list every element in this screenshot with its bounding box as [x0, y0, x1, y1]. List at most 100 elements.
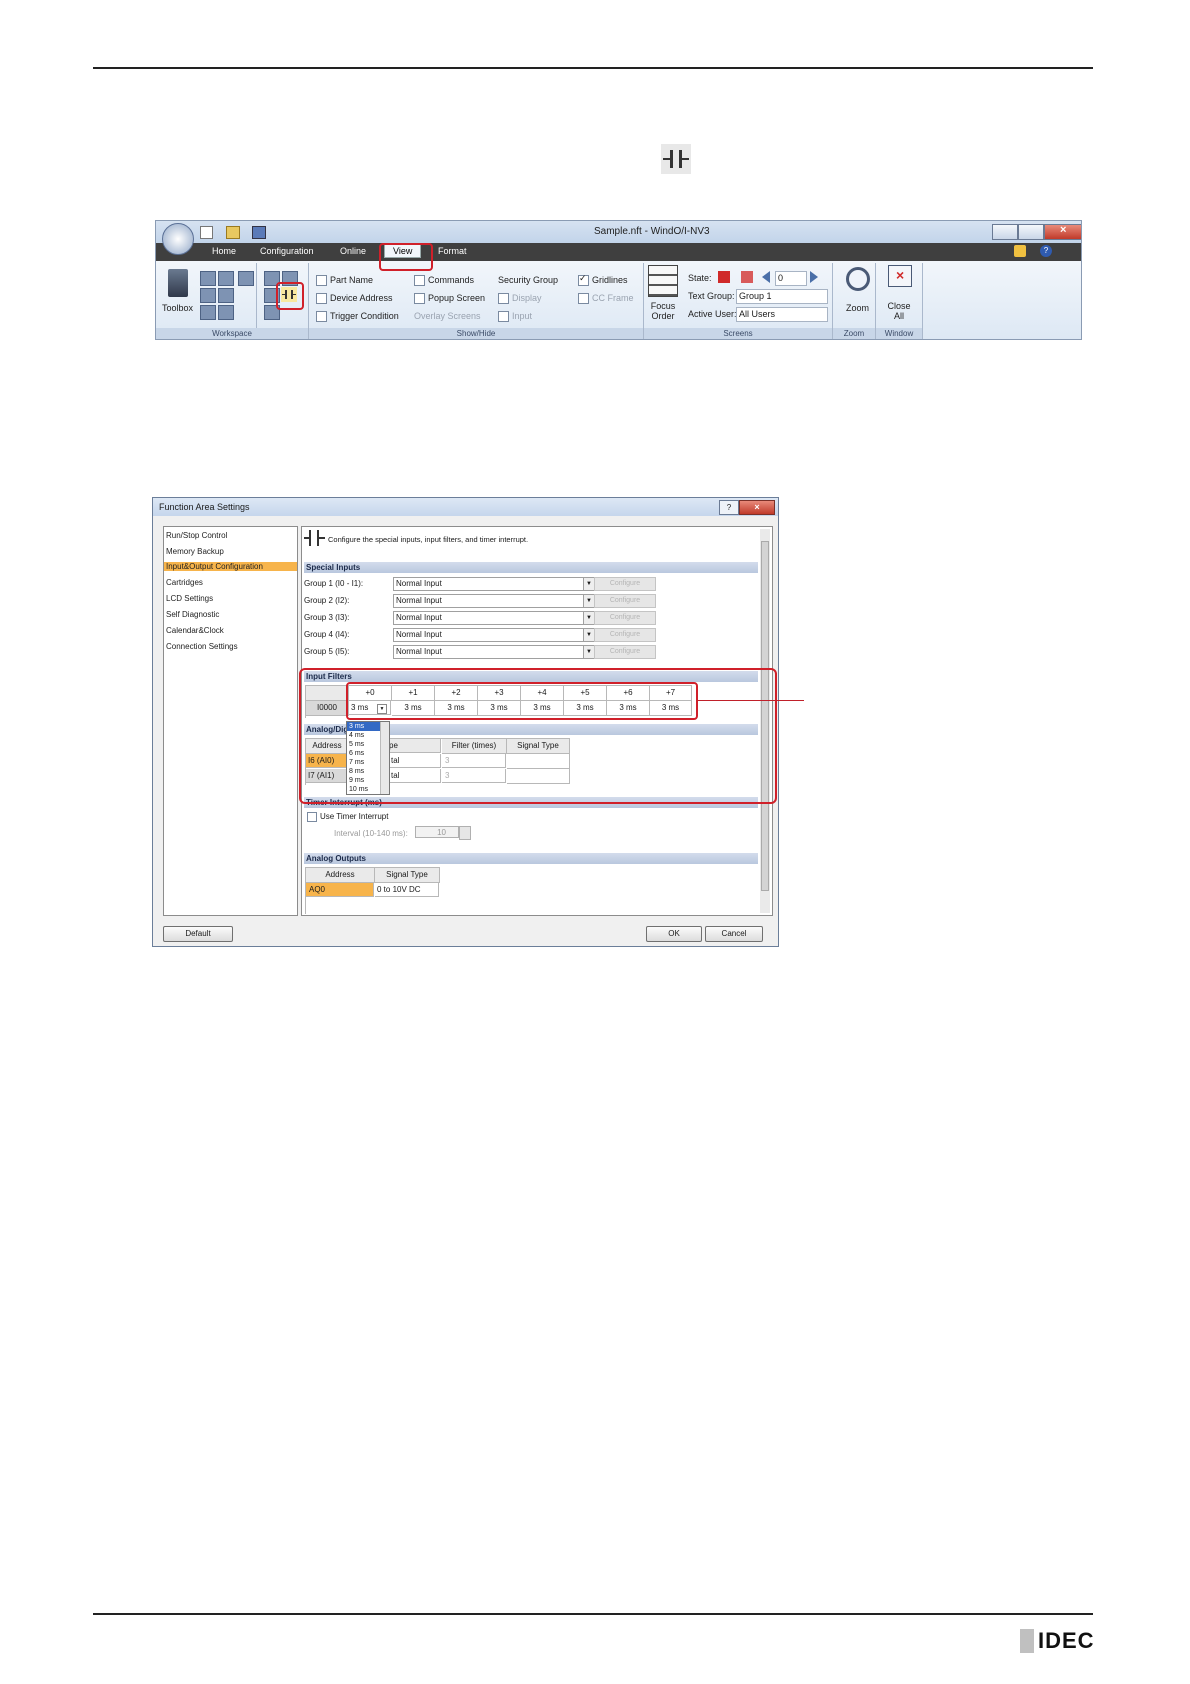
gridlines-checkbox[interactable] [578, 273, 589, 286]
cancel-button[interactable]: Cancel [705, 926, 763, 942]
panel-description: Configure the special inputs, input filt… [328, 535, 529, 544]
link-icon[interactable] [218, 305, 234, 320]
default-button[interactable]: Default [163, 926, 233, 942]
dialog-titlebar: Function Area Settings ? × [153, 498, 778, 516]
trigger-condition-label: Trigger Condition [330, 311, 399, 321]
minimize-button[interactable] [992, 224, 1018, 240]
screens-group-label: Screens [644, 328, 832, 339]
next-state-icon[interactable] [810, 271, 818, 283]
group2-select[interactable]: Normal Input ▼ [393, 594, 595, 608]
toolbox-icon[interactable] [168, 269, 188, 297]
popup-screen-label: Popup Screen [428, 293, 486, 303]
group4-select[interactable]: Normal Input ▼ [393, 628, 595, 642]
focus-order-icon[interactable] [648, 265, 678, 297]
close-all-label[interactable]: Close All [884, 301, 914, 321]
edit-icon[interactable] [218, 288, 234, 303]
help-icon[interactable]: ? [1040, 245, 1052, 257]
text-group-select[interactable]: Group 1 [736, 289, 828, 304]
commands-checkbox[interactable] [414, 275, 425, 286]
ao-col-signal: Signal Type [375, 868, 440, 883]
new-file-icon[interactable] [200, 226, 213, 239]
maximize-button[interactable] [1018, 224, 1044, 240]
group3-configure-button[interactable]: Configure [594, 611, 656, 625]
interval-label: Interval (10-140 ms): [334, 829, 408, 838]
group1-select[interactable]: Normal Input ▼ [393, 577, 595, 591]
ao-row-0-address[interactable]: AQ0 [306, 883, 374, 897]
use-timer-interrupt-label: Use Timer Interrupt [320, 812, 389, 821]
nav-item-memory-backup[interactable]: Memory Backup [166, 547, 224, 556]
dialog-help-button[interactable]: ? [719, 500, 739, 515]
group3-select[interactable]: Normal Input ▼ [393, 611, 595, 625]
settings-nav: Run/Stop Control Memory Backup Input&Out… [163, 526, 298, 916]
display-checkbox[interactable] [498, 293, 509, 304]
tab-format[interactable]: Format [438, 246, 467, 256]
analog-outputs-header: Analog Outputs [304, 853, 758, 864]
ok-button[interactable]: OK [646, 926, 702, 942]
nav-item-connection-settings[interactable]: Connection Settings [166, 642, 238, 651]
dialog-title: Function Area Settings [159, 502, 250, 512]
interval-spinner[interactable]: 10 [415, 826, 459, 838]
callout-line [697, 700, 804, 701]
state-off-icon[interactable] [718, 271, 730, 283]
nav-item-self-diagnostic[interactable]: Self Diagnostic [166, 610, 219, 619]
prev-state-icon[interactable] [762, 271, 770, 283]
close-all-icon[interactable]: × [888, 265, 912, 287]
screen-list-icon[interactable] [200, 271, 216, 286]
nav-item-run-stop-control[interactable]: Run/Stop Control [166, 531, 227, 540]
save-icon[interactable] [252, 226, 266, 239]
active-user-label: Active User: [688, 309, 737, 319]
window-title: Sample.nft - WindO/I-NV3 [594, 226, 710, 237]
filter-values-highlight [346, 682, 698, 720]
group5-select[interactable]: Normal Input ▼ [393, 645, 595, 659]
device-address-label: Device Address [330, 293, 393, 303]
device-address-checkbox[interactable] [316, 293, 327, 304]
interval-spinner-arrows[interactable] [459, 826, 471, 840]
popup-screen-checkbox[interactable] [414, 293, 425, 304]
zoom-icon[interactable] [846, 267, 870, 291]
nav-item-input-output-configuration[interactable]: Input&Output Configuration [164, 562, 297, 571]
close-window-button[interactable]: × [1044, 224, 1081, 240]
use-timer-interrupt-checkbox[interactable] [307, 812, 317, 822]
logo-text: IDEC [1038, 1628, 1095, 1653]
group1-label: Group 1 (I0 - I1): [304, 579, 364, 588]
window-titlebar: Sample.nft - WindO/I-NV3 × [156, 221, 1081, 255]
application-orb-icon[interactable] [162, 223, 194, 255]
tab-home[interactable]: Home [212, 246, 236, 256]
tab-online[interactable]: Online [340, 246, 366, 256]
state-field[interactable]: 0 [775, 271, 807, 286]
property-window-icon[interactable] [200, 305, 216, 320]
function-area-highlight [276, 282, 304, 310]
cc-frame-checkbox[interactable] [578, 293, 589, 304]
nav-item-lcd-settings[interactable]: LCD Settings [166, 594, 213, 603]
group2-configure-button[interactable]: Configure [594, 594, 656, 608]
view-tab-highlight [379, 243, 433, 271]
project-window-icon[interactable] [200, 288, 216, 303]
toolbox-label[interactable]: Toolbox [162, 303, 193, 313]
trigger-condition-checkbox[interactable] [316, 311, 327, 322]
focus-order-label[interactable]: Focus Order [648, 301, 678, 321]
style-icon[interactable] [1014, 245, 1026, 257]
dialog-close-button[interactable]: × [739, 500, 775, 515]
state-on-icon[interactable] [741, 271, 753, 283]
window-group-label: Window [876, 328, 922, 339]
part-list-icon[interactable] [218, 271, 234, 286]
part-name-checkbox[interactable] [316, 275, 327, 286]
output-window-icon[interactable] [238, 271, 254, 286]
showhide-group-label: Show/Hide [309, 328, 643, 339]
active-user-select[interactable]: All Users [736, 307, 828, 322]
group4-configure-button[interactable]: Configure [594, 628, 656, 642]
nav-item-cartridges[interactable]: Cartridges [166, 578, 203, 587]
overlay-screens-label: Overlay Screens [414, 311, 481, 321]
state-label: State: [688, 273, 712, 283]
zoom-label[interactable]: Zoom [846, 303, 869, 313]
group1-configure-button[interactable]: Configure [594, 577, 656, 591]
ao-row-0-signal[interactable]: 0 to 10V DC [375, 883, 439, 897]
tab-configuration[interactable]: Configuration [260, 246, 314, 256]
nav-item-calendar-clock[interactable]: Calendar&Clock [166, 626, 224, 635]
open-folder-icon[interactable] [226, 226, 240, 239]
input-checkbox[interactable] [498, 311, 509, 322]
group5-label: Group 5 (I5): [304, 647, 350, 656]
workspace-group-label: Workspace [156, 328, 308, 339]
security-group-label: Security Group [498, 275, 559, 285]
group5-configure-button[interactable]: Configure [594, 645, 656, 659]
